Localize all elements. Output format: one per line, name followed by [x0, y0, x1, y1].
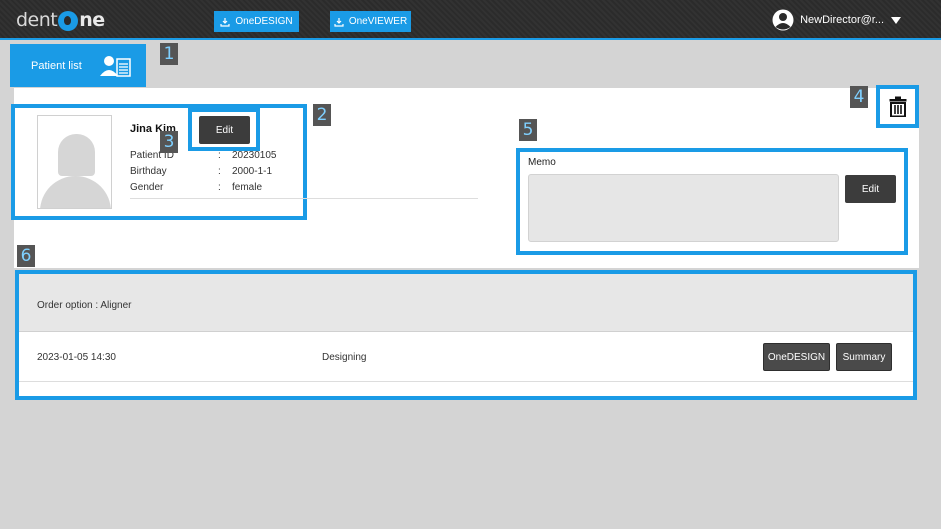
patient-photo-placeholder — [37, 115, 112, 209]
logo-text-dent: dent — [16, 9, 58, 31]
callout-number-2: 2 — [313, 104, 331, 126]
callout-number-4: 4 — [850, 86, 868, 108]
memo-textarea[interactable] — [528, 174, 839, 242]
order-header — [19, 274, 913, 332]
photo-body-shape — [40, 176, 111, 208]
delete-patient-button[interactable] — [876, 85, 919, 128]
onedesign-header-label: OneDESIGN — [235, 16, 293, 27]
user-menu[interactable]: NewDirector@r... — [772, 8, 884, 32]
callout-number-1: 1 — [160, 43, 178, 65]
photo-head-shape — [58, 134, 95, 176]
logo-text-ne: ne — [79, 9, 105, 31]
gender-colon: : — [218, 182, 221, 193]
memo-label: Memo — [528, 157, 556, 168]
user-avatar-icon — [772, 9, 794, 31]
callout-number-3: 3 — [160, 131, 178, 153]
patient-list-label: Patient list — [31, 59, 82, 72]
open-onedesign-button[interactable]: OneDESIGN — [763, 343, 830, 371]
callout-number-5: 5 — [519, 119, 537, 141]
patient-id-colon: : — [218, 150, 221, 161]
app-logo[interactable]: dent ne — [16, 8, 105, 32]
gender-value: female — [232, 182, 263, 193]
order-row-divider — [19, 381, 913, 382]
birthday-label: Birthday — [130, 166, 167, 177]
birthday-value: 2000-1-1 — [232, 166, 273, 177]
profile-divider — [130, 198, 478, 199]
patient-list-button[interactable]: Patient list — [14, 48, 142, 83]
top-bar: dent ne OneDESIGN OneVIEWER NewDirector@… — [0, 0, 941, 40]
logo-o-mark — [58, 11, 79, 31]
trash-icon — [889, 96, 906, 117]
download-icon — [220, 17, 230, 27]
order-option-text: Order option : Aligner — [37, 300, 132, 311]
download-icon — [334, 17, 344, 27]
patient-list-icon — [100, 55, 131, 77]
summary-button[interactable]: Summary — [836, 343, 892, 371]
onedesign-header-button[interactable]: OneDESIGN — [214, 11, 299, 32]
user-name: NewDirector@r... — [800, 14, 884, 26]
oneviewer-header-button[interactable]: OneVIEWER — [330, 11, 411, 32]
patient-list-highlight: Patient list — [10, 44, 146, 87]
birthday-colon: : — [218, 166, 221, 177]
dropdown-caret-icon[interactable] — [891, 17, 901, 24]
callout-number-6: 6 — [17, 245, 35, 267]
edit-patient-button[interactable]: Edit — [199, 116, 250, 144]
order-status: Designing — [322, 352, 367, 363]
oneviewer-header-label: OneVIEWER — [348, 16, 408, 27]
order-date: 2023-01-05 14:30 — [37, 352, 116, 363]
patient-id-value: 20230105 — [232, 150, 277, 161]
edit-memo-button[interactable]: Edit — [845, 175, 896, 203]
gender-label: Gender — [130, 182, 164, 193]
